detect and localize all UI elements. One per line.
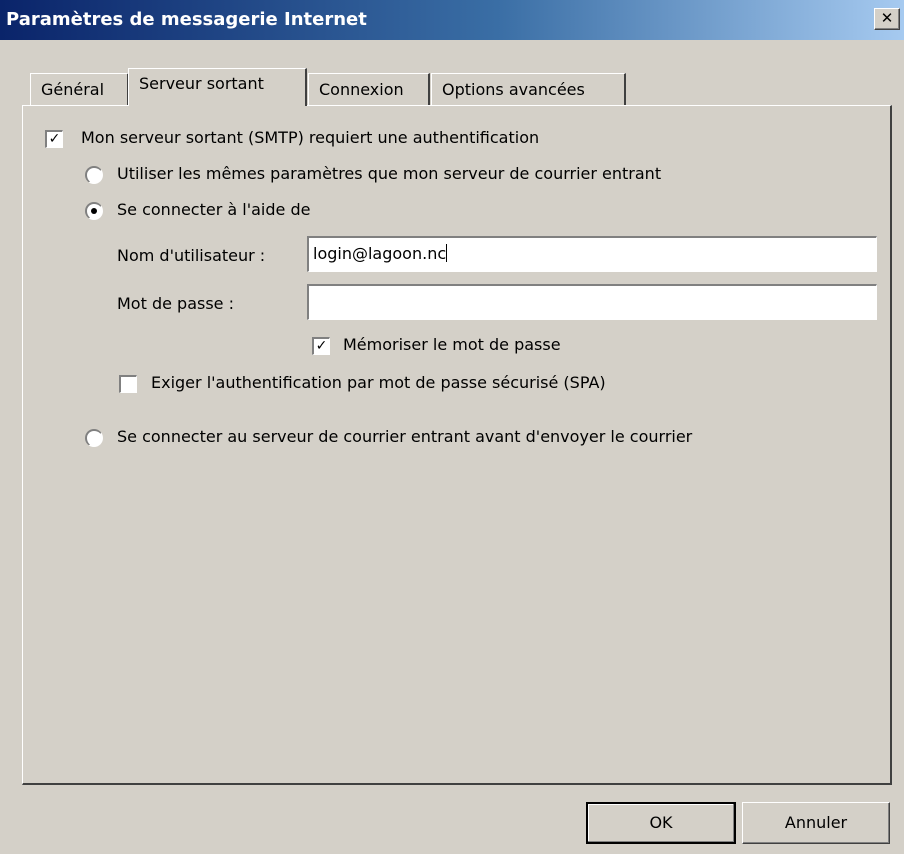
tab-options-avancees-label: Options avancées: [442, 80, 585, 99]
tab-options-avancees[interactable]: Options avancées: [431, 73, 626, 105]
close-icon: ✕: [880, 9, 894, 27]
spa-checkbox[interactable]: [119, 375, 137, 393]
radio-same-settings-label[interactable]: Utiliser les mêmes paramètres que mon se…: [117, 164, 661, 183]
password-label: Mot de passe :: [117, 294, 234, 313]
username-label: Nom d'utilisateur :: [117, 246, 266, 265]
tab-serveur-sortant[interactable]: Serveur sortant: [128, 68, 307, 106]
radio-incoming-first[interactable]: [85, 429, 103, 447]
tab-general-label: Général: [41, 80, 105, 99]
requires-auth-label[interactable]: Mon serveur sortant (SMTP) requiert une …: [81, 128, 539, 147]
tab-general[interactable]: Général: [30, 73, 129, 105]
ok-button[interactable]: OK: [586, 802, 736, 844]
username-input[interactable]: login@lagoon.nc: [307, 236, 877, 272]
tab-connexion-label: Connexion: [319, 80, 404, 99]
ok-button-label: OK: [649, 813, 673, 832]
cancel-button-label: Annuler: [784, 813, 848, 832]
radio-same-settings[interactable]: [85, 166, 103, 184]
remember-password-checkbox[interactable]: ✓: [312, 337, 330, 355]
cancel-button[interactable]: Annuler: [742, 802, 890, 844]
text-caret: [446, 244, 448, 262]
spa-label[interactable]: Exiger l'authentification par mot de pas…: [151, 373, 606, 392]
requires-auth-checkbox[interactable]: ✓: [45, 130, 63, 148]
checkmark-icon: ✓: [315, 338, 328, 354]
tab-panel-serveur-sortant: ✓ Mon serveur sortant (SMTP) requiert un…: [22, 105, 892, 785]
checkmark-icon: ✓: [48, 131, 61, 147]
tab-connexion[interactable]: Connexion: [308, 73, 430, 105]
close-button[interactable]: ✕: [874, 8, 900, 30]
window-title: Paramètres de messagerie Internet: [6, 9, 367, 30]
remember-password-label[interactable]: Mémoriser le mot de passe: [343, 335, 561, 354]
radio-login-with[interactable]: [85, 202, 103, 220]
radio-login-with-label[interactable]: Se connecter à l'aide de: [117, 200, 310, 219]
username-value: login@lagoon.nc: [313, 244, 447, 263]
password-input[interactable]: [307, 284, 877, 320]
title-bar: Paramètres de messagerie Internet ✕: [0, 0, 904, 40]
tab-serveur-sortant-label: Serveur sortant: [139, 74, 264, 93]
radio-incoming-first-label[interactable]: Se connecter au serveur de courrier entr…: [117, 427, 692, 446]
